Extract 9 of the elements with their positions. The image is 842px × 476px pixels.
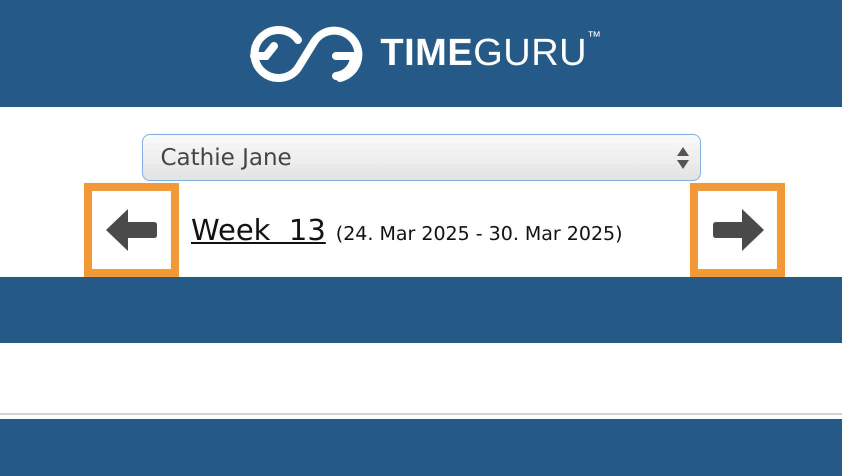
next-week-button[interactable]	[690, 183, 785, 277]
left-arrow-icon	[106, 209, 158, 251]
employee-select[interactable]: Cathie Jane	[142, 134, 700, 181]
brand-name: TIMEGURU$^{™}$	[380, 32, 602, 75]
week-link[interactable]: Week 13	[191, 213, 326, 247]
date-range: (24. Mar 2025 - 30. Mar 2025)	[336, 223, 623, 245]
previous-week-button[interactable]	[84, 183, 179, 277]
right-arrow-icon	[712, 209, 764, 251]
sort-icon	[676, 144, 690, 170]
